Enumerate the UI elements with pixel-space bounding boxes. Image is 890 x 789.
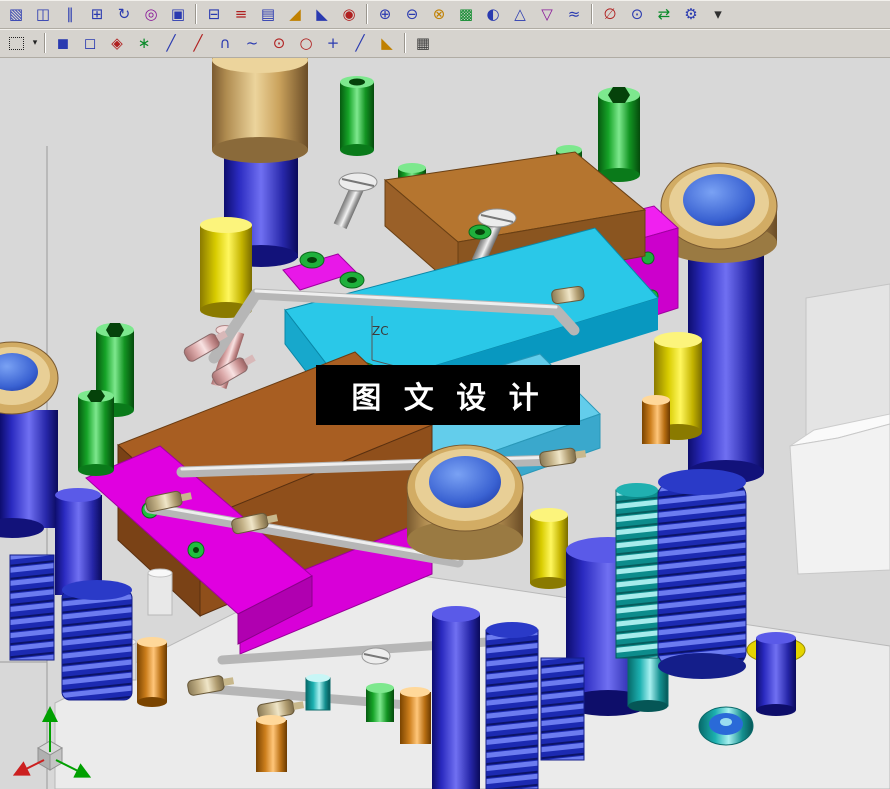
small-fitting-teal[interactable] [306,674,330,710]
polyline-tool-icon[interactable]: ╱ [185,30,211,56]
wireframe-view-icon[interactable]: ◻ [77,30,103,56]
coil-spring-blue[interactable] [486,622,538,789]
selection-filter-caret[interactable]: ▾ [30,38,40,48]
subtract-icon[interactable]: ⊖ [399,1,425,27]
support-pin-orange[interactable] [400,687,431,744]
support-pin-orange[interactable] [137,637,167,707]
draft-icon[interactable]: ◢ [282,1,308,27]
coil-spring-blue-large[interactable] [658,469,746,679]
quick-trim-icon[interactable]: ◣ [374,30,400,56]
pattern-icon[interactable]: ▩ [453,1,479,27]
support-pin-orange[interactable] [642,395,670,444]
selection-rect-icon [9,37,24,50]
main-toolbar: ▧◫∥⊞↻◎▣ ⊟≡▤◢◣◉ ⊕⊖⊗▩◐△▽≈ ∅⊙⇄⚙▾ [0,0,890,29]
pocket-icon[interactable]: ⊟ [201,1,227,27]
intersect-icon[interactable]: ⊗ [426,1,452,27]
grid-icon[interactable]: ▦ [410,30,436,56]
guide-bushing-left[interactable] [0,342,58,538]
move-object-icon[interactable]: ⇄ [651,1,677,27]
toolbar-separator [366,4,368,24]
arc-tool-icon[interactable]: ∩ [212,30,238,56]
unite-icon[interactable]: ⊕ [372,1,398,27]
hole-icon[interactable]: ◎ [138,1,164,27]
toolbar-separator [404,33,406,53]
snap-grid-icon[interactable]: ∗ [131,30,157,56]
coil-spring-teal[interactable] [616,483,658,658]
socket-head-screw[interactable] [598,87,640,182]
guide-pillar[interactable] [432,606,480,789]
spline-tool-icon[interactable]: ~ [239,30,265,56]
mirror-icon[interactable]: ◐ [480,1,506,27]
ejector-pin-yellow[interactable] [530,508,568,589]
toolbar-separator [195,4,197,24]
measure-icon[interactable]: ∅ [597,1,623,27]
slotted-screw[interactable] [334,173,377,229]
selection-filter-button[interactable] [3,30,29,56]
plus-tool-icon[interactable]: + [320,30,346,56]
coil-spring-blue[interactable] [10,555,54,660]
line-tool-icon[interactable]: ╱ [158,30,184,56]
datum-axis-icon[interactable]: ∥ [57,1,83,27]
support-pin-orange[interactable] [256,715,287,772]
trim-body-icon[interactable]: △ [507,1,533,27]
locating-ring-center[interactable] [407,445,523,560]
boss-icon[interactable]: ▣ [165,1,191,27]
thread-icon[interactable]: ≈ [561,1,587,27]
socket-head-screw-small[interactable] [366,683,394,722]
split-body-icon[interactable]: ▽ [534,1,560,27]
sketch-icon[interactable]: ▧ [3,1,29,27]
coil-spring-blue[interactable] [62,580,132,700]
knob-teal[interactable] [699,707,753,745]
edge-blend-icon[interactable]: ◉ [336,1,362,27]
circle-center-icon[interactable]: ⊙ [266,30,292,56]
extrude-icon[interactable]: ⊞ [84,1,110,27]
settings-icon[interactable]: ⚙ [678,1,704,27]
toolbar-separator [591,4,593,24]
toolbar-more-icon[interactable]: ▾ [705,1,731,27]
chamfer-icon[interactable]: ◣ [309,1,335,27]
coil-spring-blue[interactable] [541,658,584,760]
shell-icon[interactable]: ▤ [255,1,281,27]
wcs-label: ZC [372,324,389,338]
socket-head-screw[interactable] [340,76,374,156]
rib-icon[interactable]: ≡ [228,1,254,27]
circle-tool-icon[interactable]: ○ [293,30,319,56]
revolve-icon[interactable]: ↻ [111,1,137,27]
guide-pillar[interactable] [55,488,102,595]
diagonal-tool-icon[interactable]: ╱ [347,30,373,56]
snap-point-icon[interactable]: ◈ [104,30,130,56]
toolbar-separator [44,33,46,53]
point-icon[interactable]: ⊙ [624,1,650,27]
slotted-screw-head[interactable] [362,648,390,664]
socket-head-screw[interactable] [78,390,114,476]
viewport[interactable]: ZC 图 文 设 计 [0,58,890,789]
datum-plane-icon[interactable]: ◫ [30,1,56,27]
guide-pillar-small[interactable] [756,632,796,716]
watermark-banner: 图 文 设 计 [316,365,580,425]
sketch-toolbar: ▾◼◻◈∗╱╱∩~⊙○+╱◣▦ [0,29,890,58]
shaded-view-icon[interactable]: ◼ [50,30,76,56]
